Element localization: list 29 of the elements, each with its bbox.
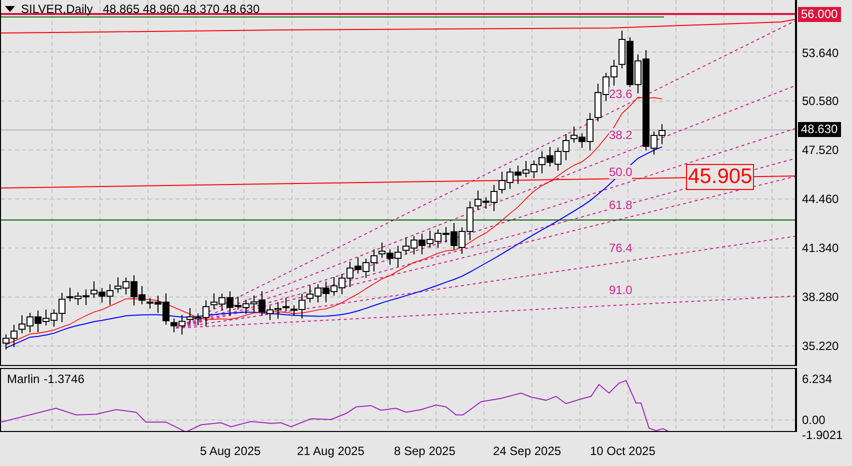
date-axis-label: 10 Oct 2025 [590, 444, 656, 458]
oscillator-axis-label: 0.00 [802, 412, 826, 428]
fibonacci-level-label: 50.0 [609, 165, 632, 179]
price-axis-label: 41.340 [802, 240, 839, 256]
current-price-tag: 48.630 [798, 122, 841, 137]
fibonacci-level-label: 23.6 [609, 87, 632, 101]
price-axis-label: 35.220 [802, 338, 839, 354]
price-level-label: 45.905 [686, 164, 754, 190]
price-axis-label: 47.520 [802, 142, 839, 158]
chart-symbol: SILVER,Daily [21, 2, 93, 16]
date-axis-label: 5 Aug 2025 [200, 444, 261, 458]
fibonacci-level-label: 76.4 [609, 241, 632, 255]
fibonacci-level-label: 38.2 [609, 128, 632, 142]
date-axis-label: 8 Sep 2025 [394, 444, 456, 458]
price-tag: 56.000 [798, 7, 841, 22]
price-axis-label: 44.460 [802, 191, 839, 207]
indicator-name: Marlin [7, 372, 40, 386]
dropdown-triangle-icon[interactable] [5, 6, 15, 12]
price-axis-label: 53.640 [802, 45, 839, 61]
ohlc-values: 48.865 48.960 48.370 48.630 [102, 2, 260, 16]
oscillator-axis-label: -1.9021 [802, 427, 843, 443]
oscillator-axis-label: 6.234 [802, 371, 832, 387]
fibonacci-level-label: 91.0 [609, 283, 632, 297]
date-axis-label: 24 Sep 2025 [493, 444, 562, 458]
indicator-value: -1.3746 [44, 372, 84, 386]
price-axis-label: 38.280 [802, 289, 839, 305]
price-axis-label: 50.580 [802, 93, 839, 109]
fibonacci-level-label: 61.8 [609, 198, 632, 212]
date-axis-label: 21 Aug 2025 [297, 444, 364, 458]
